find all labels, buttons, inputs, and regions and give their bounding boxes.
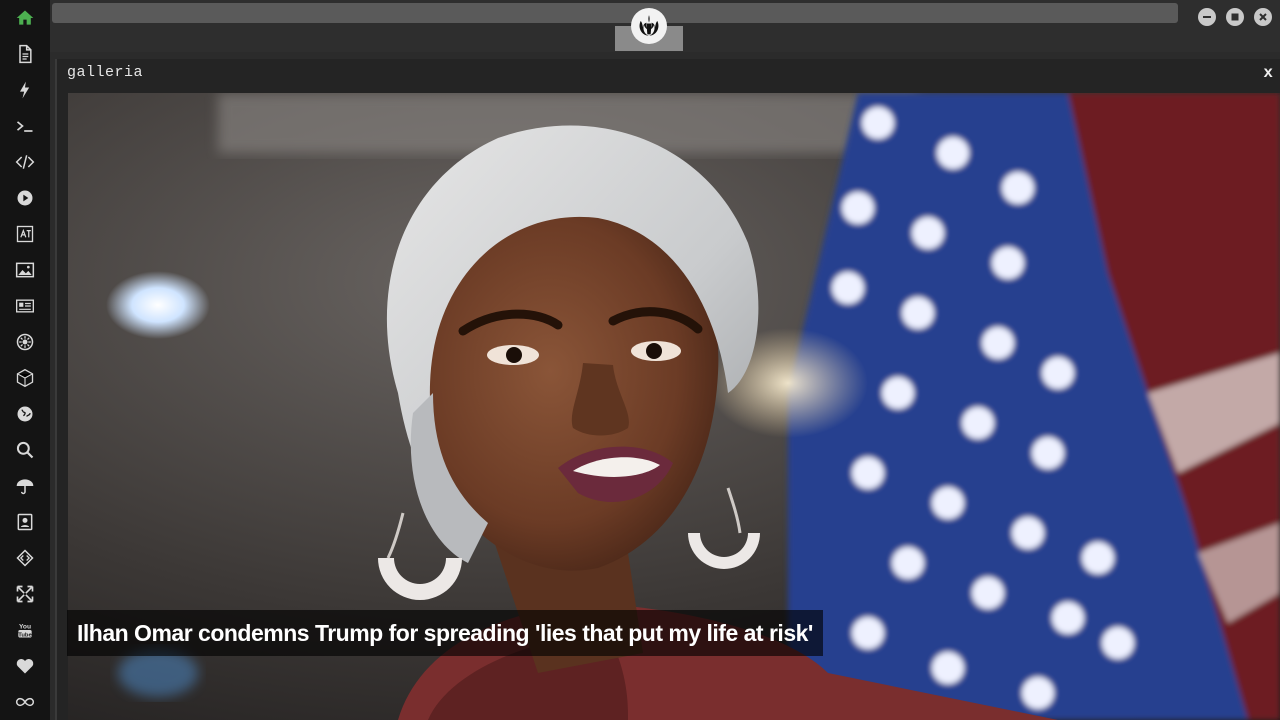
panel-title: galleria <box>67 64 144 81</box>
globe-icon[interactable] <box>13 402 37 426</box>
cube-icon[interactable] <box>13 366 37 390</box>
search-icon[interactable] <box>13 438 37 462</box>
svg-text:You: You <box>19 623 31 630</box>
sidebar: You Tube <box>0 0 50 720</box>
gallery-panel: galleria x Ilhan Omar condemns Trump for… <box>55 59 1280 720</box>
terminal-icon[interactable] <box>13 114 37 138</box>
address-bar[interactable] <box>52 3 1178 23</box>
heart-icon[interactable] <box>13 654 37 678</box>
home-icon[interactable] <box>13 6 37 30</box>
caption-box: Ilhan Omar condemns Trump for spreading … <box>67 610 823 656</box>
document-icon[interactable] <box>13 42 37 66</box>
code-icon[interactable] <box>13 150 37 174</box>
umbrella-icon[interactable] <box>13 474 37 498</box>
top-bar <box>50 0 1280 52</box>
youtube-icon[interactable]: You Tube <box>13 618 37 642</box>
bolt-icon[interactable] <box>13 78 37 102</box>
translate-icon[interactable] <box>13 222 37 246</box>
settings-icon[interactable] <box>13 330 37 354</box>
minimize-button[interactable] <box>1198 8 1216 26</box>
play-icon[interactable] <box>13 186 37 210</box>
caption-text: Ilhan Omar condemns Trump for spreading … <box>77 619 813 646</box>
expand-icon[interactable] <box>13 582 37 606</box>
contacts-icon[interactable] <box>13 510 37 534</box>
close-window-button[interactable] <box>1254 8 1272 26</box>
image-icon[interactable] <box>13 258 37 282</box>
svg-text:Tube: Tube <box>18 632 32 638</box>
maximize-button[interactable] <box>1226 8 1244 26</box>
rebel-alliance-logo-icon[interactable] <box>631 8 667 44</box>
panel-close-button[interactable]: x <box>1263 64 1273 82</box>
news-icon[interactable] <box>13 294 37 318</box>
infinity-icon[interactable] <box>13 690 37 714</box>
code-tags-icon[interactable] <box>13 546 37 570</box>
